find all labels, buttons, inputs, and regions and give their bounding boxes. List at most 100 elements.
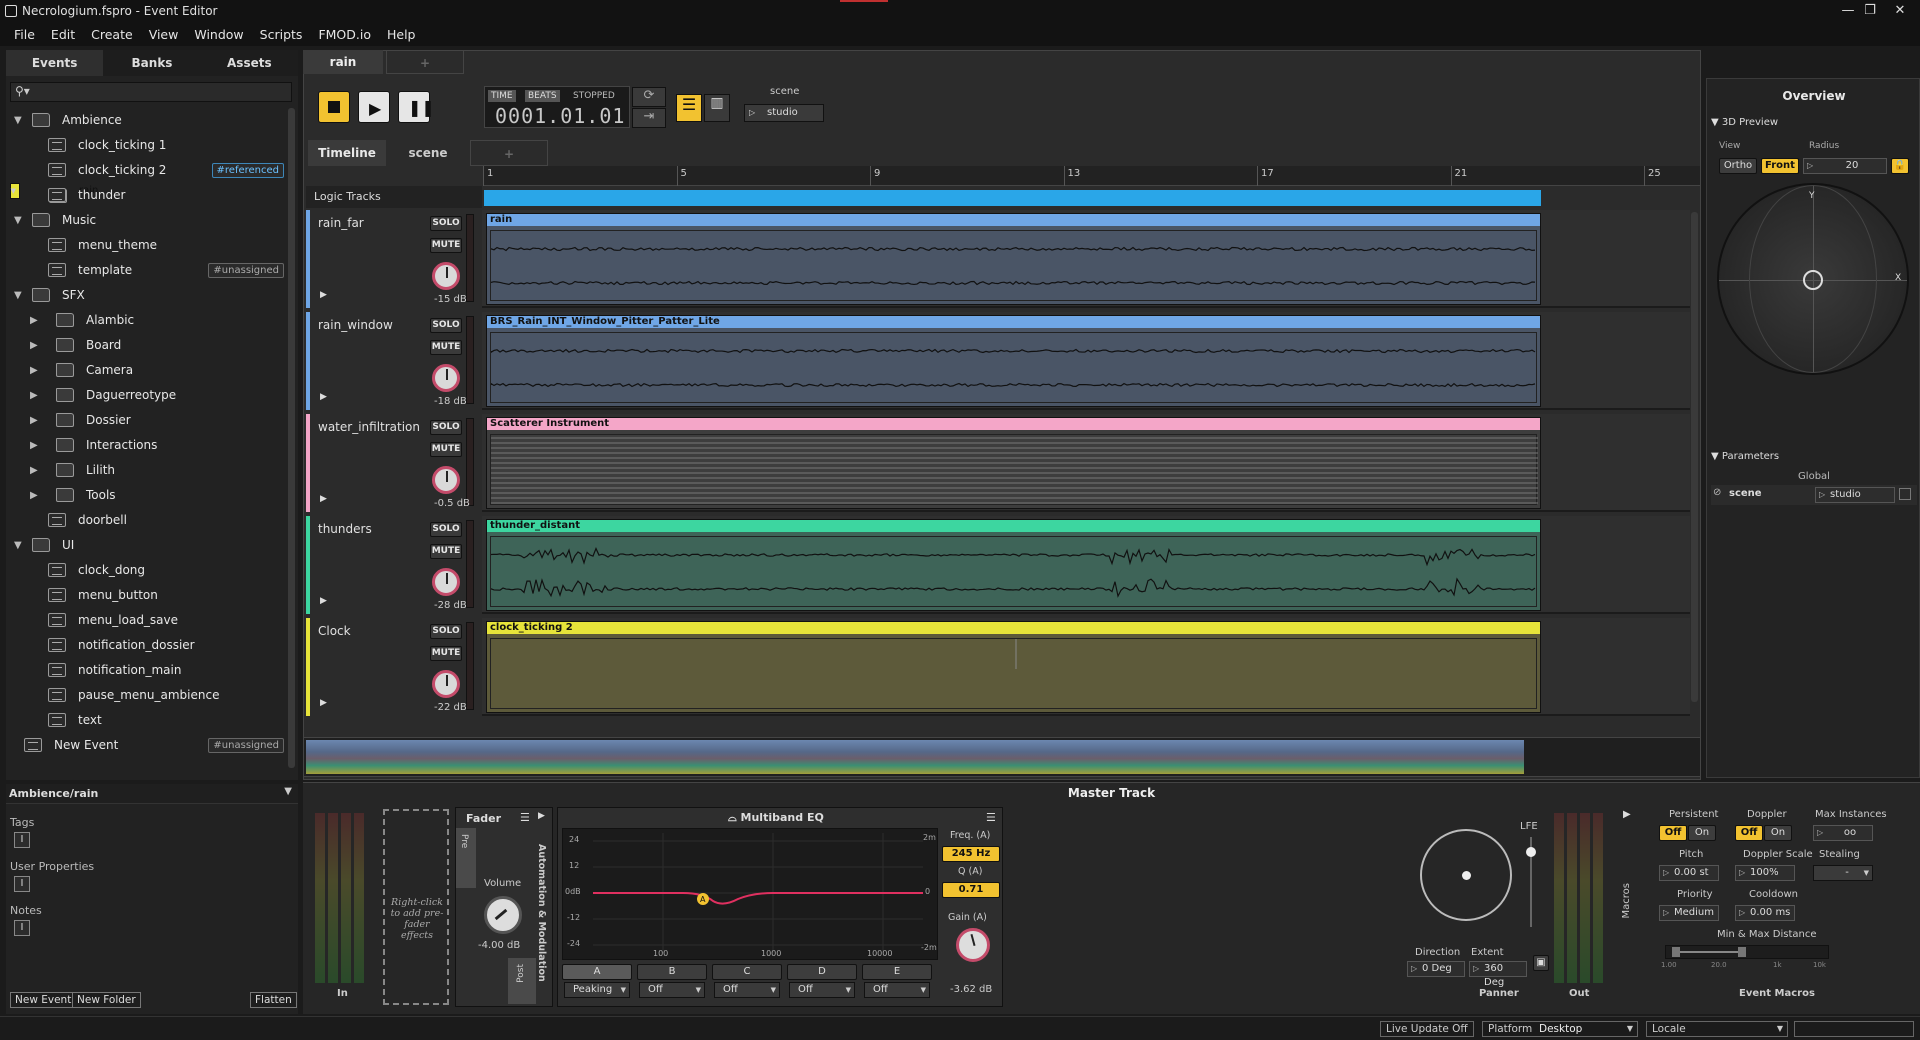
distance-range-slider[interactable] — [1665, 945, 1829, 959]
eq-menu-icon[interactable]: ☰ — [986, 811, 996, 824]
solo-button[interactable]: SOLO — [430, 420, 462, 435]
pause-button[interactable]: ❚❚ — [398, 91, 430, 123]
eq-band-b-tab[interactable]: B — [637, 964, 707, 980]
expand-right-icon[interactable]: ▶ — [30, 458, 38, 483]
fader-bypass-icon[interactable]: ▶ — [538, 811, 545, 821]
expand-track-icon[interactable]: ▶ — [320, 494, 327, 504]
folder-item[interactable]: ▼ SFX — [10, 283, 288, 308]
eq-band-d-tab[interactable]: D — [787, 964, 857, 980]
track-volume-knob[interactable] — [432, 670, 460, 698]
macros-expand-icon[interactable]: ▶ — [1623, 809, 1631, 820]
front-button[interactable]: Front — [1761, 158, 1799, 174]
mute-button[interactable]: MUTE — [430, 646, 462, 661]
grid-view-icon[interactable]: ▥ — [704, 94, 730, 122]
expand-right-icon[interactable]: ▶ — [30, 358, 38, 383]
tab-events[interactable]: Events — [6, 50, 103, 76]
eq-band-e-tab[interactable]: E — [862, 964, 932, 980]
solo-button[interactable]: SOLO — [430, 522, 462, 537]
live-update-button[interactable]: Live Update Off — [1380, 1021, 1474, 1037]
tab-banks[interactable]: Banks — [103, 50, 200, 76]
event-item[interactable]: thunder — [10, 183, 288, 208]
platform-select[interactable]: Platform Desktop ▼ — [1482, 1021, 1638, 1037]
event-item[interactable]: notification_main — [10, 658, 288, 683]
event-item[interactable]: doorbell — [10, 508, 288, 533]
expand-track-icon[interactable]: ▶ — [320, 290, 327, 300]
tab-scene[interactable]: scene — [390, 140, 466, 166]
add-event-tab-button[interactable]: + — [386, 50, 464, 74]
add-tag-icon[interactable]: I — [14, 832, 30, 848]
folder-item[interactable]: ▶ Interactions — [10, 433, 288, 458]
menu-scripts[interactable]: Scripts — [252, 27, 311, 42]
tab-assets[interactable]: Assets — [201, 50, 298, 76]
menu-window[interactable]: Window — [186, 27, 251, 42]
expand-down-icon[interactable]: ▼ — [14, 208, 22, 233]
eq-band-c-mode[interactable]: Off — [714, 982, 780, 998]
folder-item[interactable]: ▶ Tools — [10, 483, 288, 508]
expand-down-icon[interactable]: ▼ — [14, 533, 22, 558]
event-tab-rain[interactable]: rain — [303, 50, 383, 74]
folder-item[interactable]: ▶ Dossier — [10, 408, 288, 433]
timeline-ruler[interactable]: 1 5 9 13 17 21 25 — [483, 166, 1700, 186]
track-volume-knob[interactable] — [432, 262, 460, 290]
lfe-slider[interactable] — [1530, 837, 1532, 927]
track-header[interactable]: thunders SOLO MUTE -28 dB ▶ — [306, 516, 482, 614]
folder-item[interactable]: ▶ Daguerreotype — [10, 383, 288, 408]
event-item[interactable]: pause_menu_ambience — [10, 683, 288, 708]
event-item[interactable]: clock_ticking 2 #referenced — [10, 158, 288, 183]
track-header[interactable]: rain_far SOLO MUTE -15 dB ▶ — [306, 210, 482, 308]
eq-band-e-mode[interactable]: Off — [864, 982, 930, 998]
panner-settings-icon[interactable]: ▣ — [1533, 955, 1549, 971]
eq-graph[interactable]: A 24 12 0dB -12 -24 100 1000 10000 2m 0 … — [562, 828, 938, 960]
expand-right-icon[interactable]: ▶ — [30, 433, 38, 458]
expand-right-icon[interactable]: ▶ — [30, 483, 38, 508]
instrument-region[interactable]: Scatterer Instrument — [486, 417, 1541, 509]
folder-item[interactable]: ▶ Lilith — [10, 458, 288, 483]
track-volume-knob[interactable] — [432, 466, 460, 494]
add-note-icon[interactable]: I — [14, 920, 30, 936]
track-header[interactable]: rain_window SOLO MUTE -18 dB ▶ — [306, 312, 482, 410]
q-value[interactable]: 0.71 — [942, 882, 1000, 898]
browser-scrollbar[interactable] — [288, 108, 295, 768]
loop-icon[interactable]: ⟳ — [632, 87, 666, 107]
event-item[interactable]: text — [10, 708, 288, 733]
timeline-loop-bar[interactable] — [484, 190, 1541, 206]
extent-field[interactable]: 360 Deg — [1469, 961, 1527, 977]
event-item[interactable]: menu_load_save — [10, 608, 288, 633]
track-header[interactable]: water_infiltration SOLO MUTE -0.5 dB ▶ — [306, 414, 482, 512]
event-item[interactable]: menu_theme — [10, 233, 288, 258]
mute-button[interactable]: MUTE — [430, 544, 462, 559]
eq-band-c-tab[interactable]: C — [712, 964, 782, 980]
solo-button[interactable]: SOLO — [430, 318, 462, 333]
doppler-on-button[interactable]: On — [1764, 825, 1792, 841]
folder-item[interactable]: ▼ Music — [10, 208, 288, 233]
mute-button[interactable]: MUTE — [430, 238, 462, 253]
3d-preview-sphere[interactable]: Y X — [1717, 183, 1909, 375]
event-item[interactable]: clock_ticking 1 — [10, 133, 288, 158]
max-instances-field[interactable]: oo — [1813, 825, 1873, 841]
expand-right-icon[interactable]: ▶ — [30, 333, 38, 358]
instrument-region[interactable]: clock_ticking 2 — [486, 621, 1541, 713]
new-event-button[interactable]: New Event — [10, 992, 76, 1008]
eq-band-d-mode[interactable]: Off — [789, 982, 855, 998]
folder-item[interactable]: ▶ Board — [10, 333, 288, 358]
persistent-on-button[interactable]: On — [1688, 825, 1716, 841]
volume-knob[interactable] — [484, 896, 522, 934]
solo-button[interactable]: SOLO — [430, 624, 462, 639]
event-item[interactable]: template #unassigned — [10, 258, 288, 283]
preview-header[interactable]: ▼ 3D Preview — [1711, 117, 1778, 128]
event-item[interactable]: notification_dossier — [10, 633, 288, 658]
persistent-off-button[interactable]: Off — [1659, 825, 1687, 841]
overview-minimap[interactable] — [303, 737, 1701, 777]
lock-icon[interactable]: 🔒 — [1891, 158, 1909, 174]
eq-band-a-tab[interactable]: A — [562, 964, 632, 980]
expand-track-icon[interactable]: ▶ — [320, 596, 327, 606]
expand-right-icon[interactable]: ▶ — [30, 408, 38, 433]
pitch-field[interactable]: 0.00 st — [1659, 865, 1719, 881]
menu-fmod-io[interactable]: FMOD.io — [310, 27, 379, 42]
eq-band-a-mode[interactable]: Peaking — [564, 982, 630, 998]
flatten-button[interactable]: Flatten — [250, 992, 297, 1008]
expand-track-icon[interactable]: ▶ — [320, 392, 327, 402]
eq-band-b-mode[interactable]: Off — [639, 982, 705, 998]
tracks-scrollbar[interactable] — [1691, 212, 1698, 702]
prefader-effects-slot[interactable]: Right-click to add pre-fader effects — [383, 809, 449, 1005]
